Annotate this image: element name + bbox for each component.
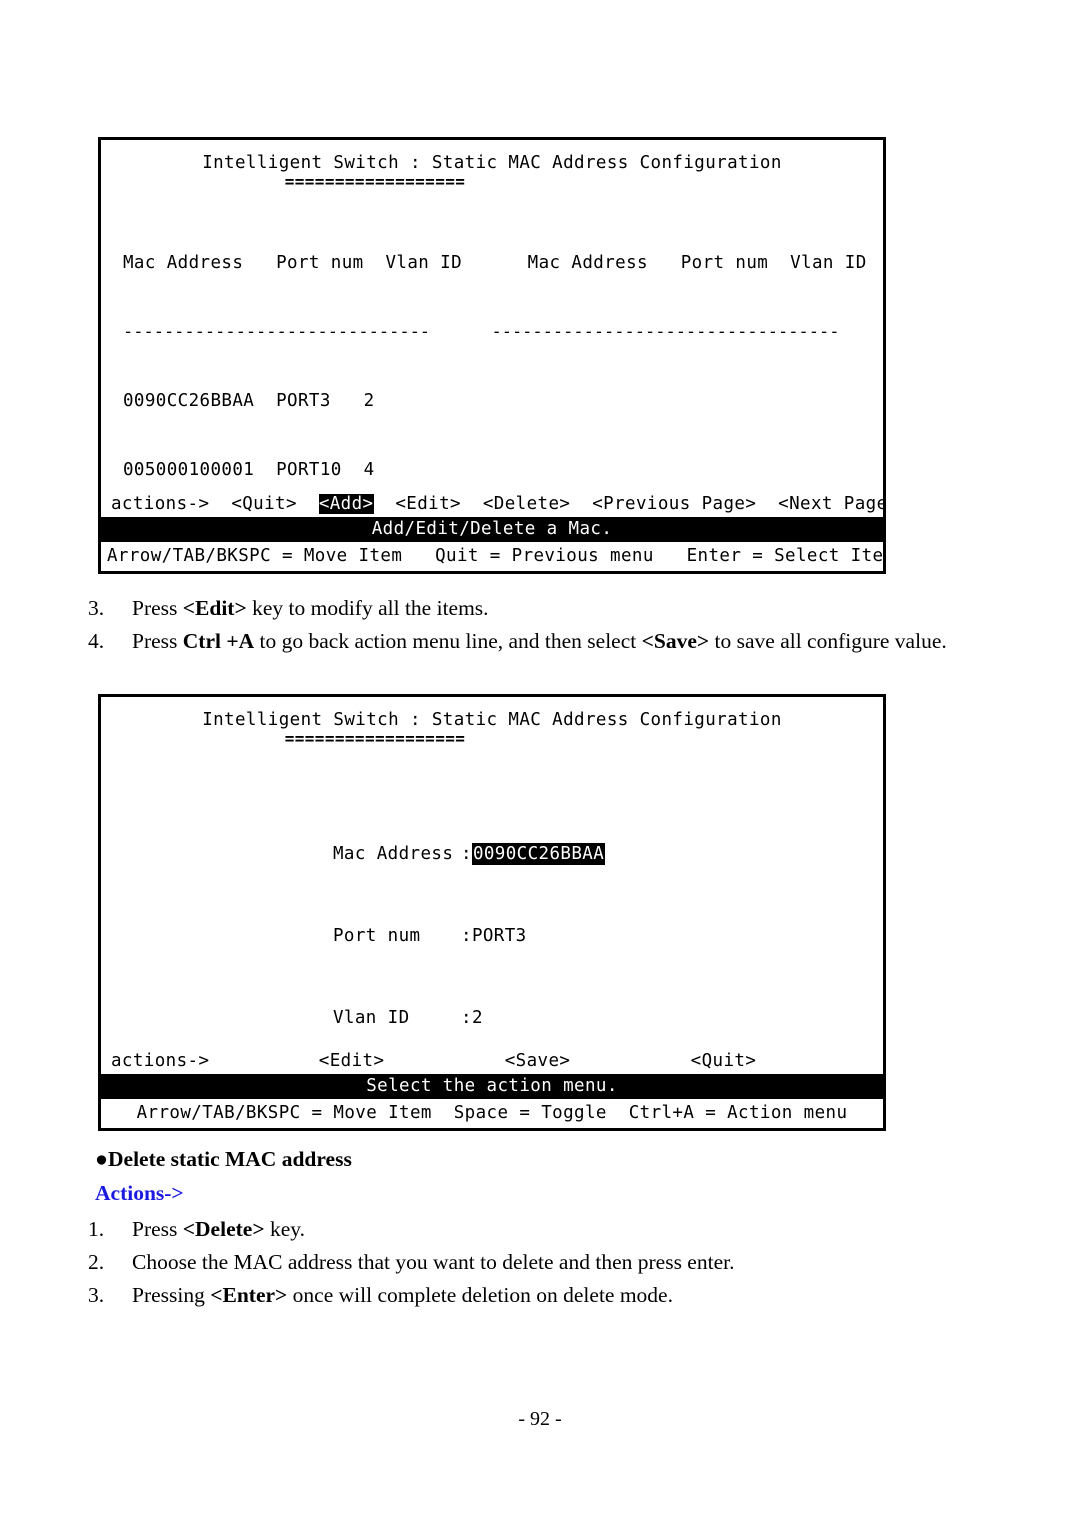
step-text: Choose the MAC address that you want to … [132,1250,735,1274]
field-value-vlan-id[interactable]: 2 [472,1008,483,1028]
table-row[interactable]: 0090CC26BBAA PORT3 2 [123,390,867,413]
step-text-part: to go back action menu line, and then se… [254,629,642,653]
table-header-row: Mac Address Port num Vlan ID Mac Address… [123,252,867,275]
action-save-button[interactable]: <Save> [505,1051,571,1071]
terminal1-status-bar: Add/Edit/Delete a Mac. [101,517,883,542]
actions-label: actions-> [111,494,210,514]
field-label-vlan-id: Vlan ID [333,1008,410,1028]
terminal2-status-bar: Select the action menu. [101,1074,883,1099]
list-item: 1. Press <Delete> key. [88,1213,988,1246]
step-text-part: to save all configure value. [709,629,947,653]
field-label-port-num: Port num [333,926,421,946]
cell-port: PORT10 [276,460,342,480]
step-text-key: <Delete> [182,1217,265,1241]
action-edit-button[interactable]: <Edit> [319,1051,385,1071]
step-text: Press Ctrl +A to go back action menu lin… [132,629,947,653]
actions-link[interactable]: Actions-> [95,1181,184,1206]
steps-list-upper: 3. Press <Edit> key to modify all the ite… [88,592,988,658]
terminal1-help-bar: Arrow/TAB/BKSPC = Move Item Quit = Previ… [107,546,886,566]
step-text: Pressing <Enter> once will complete dele… [132,1283,673,1307]
step-text-key: <Save> [641,629,710,653]
step-text-key: <Enter> [210,1283,288,1307]
list-marker: 3. [88,596,105,620]
terminal1-title-underline: ================== [284,172,466,191]
form-row-mac-address: Mac Address:0090CC26BBAA [333,843,606,865]
field-label-mac-address: Mac Address [333,844,454,864]
step-text-part: Press [132,596,183,620]
step-text-part: key to modify all the items. [246,596,489,620]
field-value-mac-address[interactable]: 0090CC26BBAA [471,843,606,865]
field-value-port-num[interactable]: PORT3 [472,926,527,946]
table-row[interactable]: 005000100001 PORT10 4 [123,459,867,482]
bullet-icon: ● [95,1147,108,1171]
mac-edit-form: Mac Address:0090CC26BBAA Port num:PORT3 … [333,797,606,1089]
action-previous-page-button[interactable]: <Previous Page> [592,494,756,514]
step-text-key: <Edit> [182,596,247,620]
cell-mac: 005000100001 [123,460,255,480]
action-quit-button[interactable]: <Quit> [231,494,297,514]
terminal2-title-underline: ================== [284,729,466,748]
action-quit-button[interactable]: <Quit> [691,1051,757,1071]
step-text-part: Press [132,1217,183,1241]
step-text: Press <Delete> key. [132,1217,305,1241]
list-marker: 2. [88,1250,105,1274]
terminal1-action-bar: actions-> <Quit> <Add> <Edit> <Delete> <… [101,493,883,516]
list-marker: 1. [88,1217,105,1241]
step-text-part: key. [264,1217,305,1241]
terminal2-action-bar: actions-> <Edit> <Save> <Quit> [101,1050,883,1073]
form-row-port-num: Port num:PORT3 [333,926,527,946]
page-number: - 92 - [518,1408,562,1430]
section-heading-text: Delete static MAC address [108,1147,352,1171]
step-text-part: Pressing [132,1283,211,1307]
table-header-right: Mac Address Port num Vlan ID [527,253,867,273]
table-separator-row: ------------------------------ ---------… [123,321,867,344]
action-next-page-button[interactable]: <Next Page> [778,494,883,514]
action-edit-button[interactable]: <Edit> [395,494,461,514]
step-text-part: once will complete deletion on delete mo… [287,1283,673,1307]
step-text: Press <Edit> key to modify all the items… [132,596,489,620]
form-row-vlan-id: Vlan ID:2 [333,1008,483,1028]
step-text-part: Press [132,629,183,653]
action-add-button[interactable]: <Add> [318,494,374,514]
list-item: 4. Press Ctrl +A to go back action menu l… [88,625,988,658]
list-item: 3. Press <Edit> key to modify all the ite… [88,592,988,625]
terminal-screenshot-mac-edit-form: Intelligent Switch : Static MAC Address … [98,694,886,1131]
list-item: 3. Pressing <Enter> once will complete de… [88,1279,988,1312]
table-separator-right: ---------------------------------- [491,322,840,342]
list-marker: 3. [88,1283,105,1307]
mac-address-table: Mac Address Port num Vlan ID Mac Address… [123,206,867,528]
actions-label: actions-> [111,1051,210,1071]
list-item: 2. Choose the MAC address that you want t… [88,1246,988,1279]
cell-port: PORT3 [276,391,331,411]
cell-vlan: 4 [363,460,375,480]
terminal-screenshot-mac-table: Intelligent Switch : Static MAC Address … [98,137,886,574]
list-marker: 4. [88,629,105,653]
step-text-key: Ctrl +A [182,629,255,653]
cell-vlan: 2 [363,391,375,411]
steps-list-lower: 1. Press <Delete> key. 2. Choose the MAC a… [88,1213,988,1312]
table-separator-left: ------------------------------ [123,322,431,342]
section-heading: ●Delete static MAC address [95,1147,352,1172]
terminal2-help-bar: Arrow/TAB/BKSPC = Move Item Space = Togg… [136,1103,848,1123]
action-delete-button[interactable]: <Delete> [483,494,571,514]
table-header-left: Mac Address Port num Vlan ID [123,253,463,273]
cell-mac: 0090CC26BBAA [123,391,255,411]
